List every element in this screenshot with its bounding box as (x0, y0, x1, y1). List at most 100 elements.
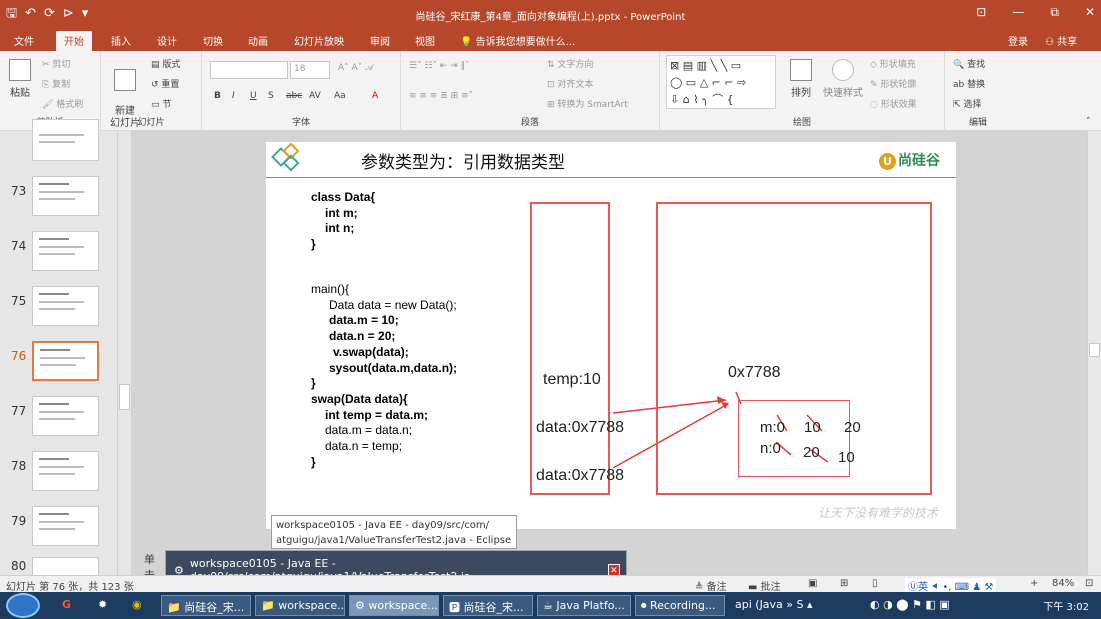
change-case-button[interactable]: Aa (334, 91, 346, 101)
italic-button[interactable]: I (232, 91, 235, 101)
taskbar-item[interactable]: 🅿 尚硅谷_宋... (443, 595, 533, 616)
tab-review[interactable]: 审阅 (370, 33, 390, 48)
current-slide[interactable]: 参数类型为：引用数据类型 U 尚硅谷 class Data{ int m; int… (266, 142, 956, 529)
paste-button[interactable]: 粘贴 (6, 59, 34, 99)
shape-fill-button[interactable]: ◇ 形状填充 (870, 57, 916, 70)
taskbar-item[interactable]: ⏺ Recording... (635, 595, 725, 616)
slide-number: 73 (11, 184, 27, 198)
font-color-button[interactable]: A (372, 91, 378, 101)
cut-button[interactable]: ✂ 剪切 (42, 57, 70, 70)
layout-button[interactable]: ▤ 版式 (151, 57, 180, 70)
ribbon-tabs: 文件 开始 插入 设计 切换 动画 幻灯片放映 审阅 视图 💡 告诉我您想要做什… (0, 29, 1101, 51)
thumbnail-scrollbar[interactable] (117, 131, 131, 575)
taskbar-item-active[interactable]: ⚙ workspace... (349, 595, 439, 616)
zoom-in-icon[interactable]: + (1030, 578, 1038, 589)
replace-button[interactable]: ab 替换 (953, 77, 985, 90)
tray-icons[interactable]: ◐ ◑ ⬤ ⚑ ◧ ▣ (870, 598, 950, 611)
tab-insert[interactable]: 插入 (111, 33, 131, 48)
bold-button[interactable]: B (214, 91, 221, 101)
code-line: swap(Data data){ (311, 391, 408, 406)
slide-scroll-thumb[interactable] (1089, 343, 1100, 357)
alignment-buttons[interactable]: ≡ ≡ ≡ ≣ ⊞ ≡˅ (409, 91, 473, 101)
slide-thumbnail[interactable]: 74 (0, 231, 118, 283)
close-button[interactable]: ✕ (1085, 5, 1095, 20)
reading-view-icon[interactable]: ▯ (872, 578, 878, 589)
zoom-level[interactable]: 84% (1052, 578, 1074, 589)
slide-thumbnail[interactable]: 79 (0, 506, 118, 558)
slide-thumbnail[interactable]: 73 (0, 176, 118, 228)
tab-animations[interactable]: 动画 (248, 33, 268, 48)
minimize-button[interactable]: — (1012, 5, 1024, 20)
slide-thumbnail-pane: 73 74 75 76 77 78 79 80 (0, 119, 132, 575)
slide-number: 76 (11, 349, 27, 363)
shadow-button[interactable]: S (268, 91, 274, 101)
restore-button[interactable]: ⧉ (1050, 5, 1059, 20)
shape-effects-button[interactable]: ◌ 形状效果 (870, 97, 917, 110)
text-direction-button[interactable]: ⇅ 文字方向 (547, 57, 593, 70)
window-controls: ⊡ — ⧉ ✕ (976, 5, 1095, 20)
tell-me-search[interactable]: 💡 告诉我您想要做什么... (460, 33, 575, 48)
code-line: } (311, 454, 316, 469)
font-name-box[interactable] (210, 61, 288, 79)
slide-thumbnail[interactable]: 78 (0, 451, 118, 503)
system-tray[interactable]: api (Java » S ▴ (735, 598, 813, 611)
underline-button[interactable]: U (250, 91, 257, 101)
chrome-icon[interactable]: ◉ (132, 598, 142, 611)
font-grow-shrink[interactable]: A˄ A˅ 𝒜 (338, 63, 374, 73)
slide-thumbnail-active[interactable]: 76 (0, 341, 118, 393)
taskbar-item-label: Java Platfo... (556, 599, 625, 612)
slide-thumbnail[interactable]: 75 (0, 286, 118, 338)
drawing-group: ⊠ ▤ ▥ ╲ ╲ ▭ ◯ ▭ △ ⌐ ⌐ ⇨ ⇩ ⌂ ⌇ ╮ ⌒ { 排列 快速样… (660, 51, 945, 131)
title-divider (266, 177, 956, 178)
status-bar: 幻灯片 第 76 张，共 123 张 ≜ 备注 ▬ 批注 ▣ ⊞ ▯ Ⓤ英 ⯇ … (0, 575, 1101, 593)
strikethrough-button[interactable]: abc (286, 91, 302, 101)
taskbar-item[interactable]: ☕ Java Platfo... (537, 595, 631, 616)
bullets-buttons[interactable]: ☰˅ ☷˅ ⇤ ⇥ ‖˅ (409, 61, 470, 71)
tab-transitions[interactable]: 切换 (203, 33, 223, 48)
font-size-box[interactable]: 18 (290, 61, 330, 79)
notes-button[interactable]: ≜ 备注 (695, 578, 727, 593)
layout-label: 版式 (162, 60, 181, 70)
arrange-button[interactable]: 排列 (788, 59, 814, 99)
ime-toolbar[interactable]: Ⓤ英 ⯇ •, ⌨ ♟ ⚒ (905, 578, 997, 593)
tab-view[interactable]: 视图 (415, 33, 435, 48)
code-line: class Data{ (311, 190, 376, 204)
tab-home[interactable]: 开始 (56, 31, 92, 51)
taskbar-item[interactable]: 📁 workspace... (255, 595, 345, 616)
tab-slideshow[interactable]: 幻灯片放映 (294, 33, 344, 48)
section-button[interactable]: ▭ 节 (151, 97, 171, 110)
thumbnail-scroll-thumb[interactable] (119, 384, 130, 410)
tab-file[interactable]: 文件 (14, 33, 34, 48)
slide-thumbnail[interactable]: 77 (0, 396, 118, 448)
fit-slide-icon[interactable]: ⊡ (1085, 578, 1093, 589)
comments-button[interactable]: ▬ 批注 (748, 578, 781, 593)
slides-group-label: 幻灯片 (137, 118, 165, 128)
tab-design[interactable]: 设计 (157, 33, 177, 48)
reset-button[interactable]: ↺ 重置 (151, 77, 179, 90)
slide-scrollbar[interactable] (1087, 131, 1101, 575)
format-painter-button[interactable]: 🖌 格式刷 (42, 97, 83, 110)
app-icon-sun[interactable]: ✹ (98, 598, 107, 611)
copy-button[interactable]: ⎘ 复制 (42, 77, 70, 90)
ribbon-display-options-icon[interactable]: ⊡ (976, 5, 986, 20)
char-spacing-button[interactable]: AV (309, 91, 321, 101)
taskbar-item[interactable]: 📁 尚硅谷_宋... (161, 595, 251, 616)
smartart-button[interactable]: ⊞ 转换为 SmartArt (547, 97, 628, 110)
slide-sorter-icon[interactable]: ⊞ (840, 578, 848, 589)
quick-styles-button[interactable]: 快速样式 (820, 59, 866, 99)
app-icon-red[interactable]: G (62, 598, 71, 611)
share-button[interactable]: ⚇ 共享 (1045, 33, 1077, 48)
taskbar-item-label: 尚硅谷_宋... (184, 601, 245, 614)
start-button[interactable] (6, 593, 40, 618)
tell-me-text: 告诉我您想要做什么... (475, 37, 576, 48)
collapse-ribbon-icon[interactable]: ˄ (1086, 117, 1091, 127)
shapes-gallery[interactable]: ⊠ ▤ ▥ ╲ ╲ ▭ ◯ ▭ △ ⌐ ⌐ ⇨ ⇩ ⌂ ⌇ ╮ ⌒ { (666, 55, 776, 109)
normal-view-icon[interactable]: ▣ (808, 578, 817, 589)
login-link[interactable]: 登录 (1008, 33, 1028, 48)
copy-label: 复制 (52, 80, 71, 90)
align-text-button[interactable]: ⊡ 对齐文本 (547, 77, 593, 90)
slide-thumbnail[interactable]: 80 (0, 557, 118, 575)
shape-outline-button[interactable]: ✎ 形状轮廓 (870, 77, 916, 90)
find-button[interactable]: 🔍 查找 (953, 57, 985, 70)
select-button[interactable]: ⇱ 选择 (953, 97, 981, 110)
